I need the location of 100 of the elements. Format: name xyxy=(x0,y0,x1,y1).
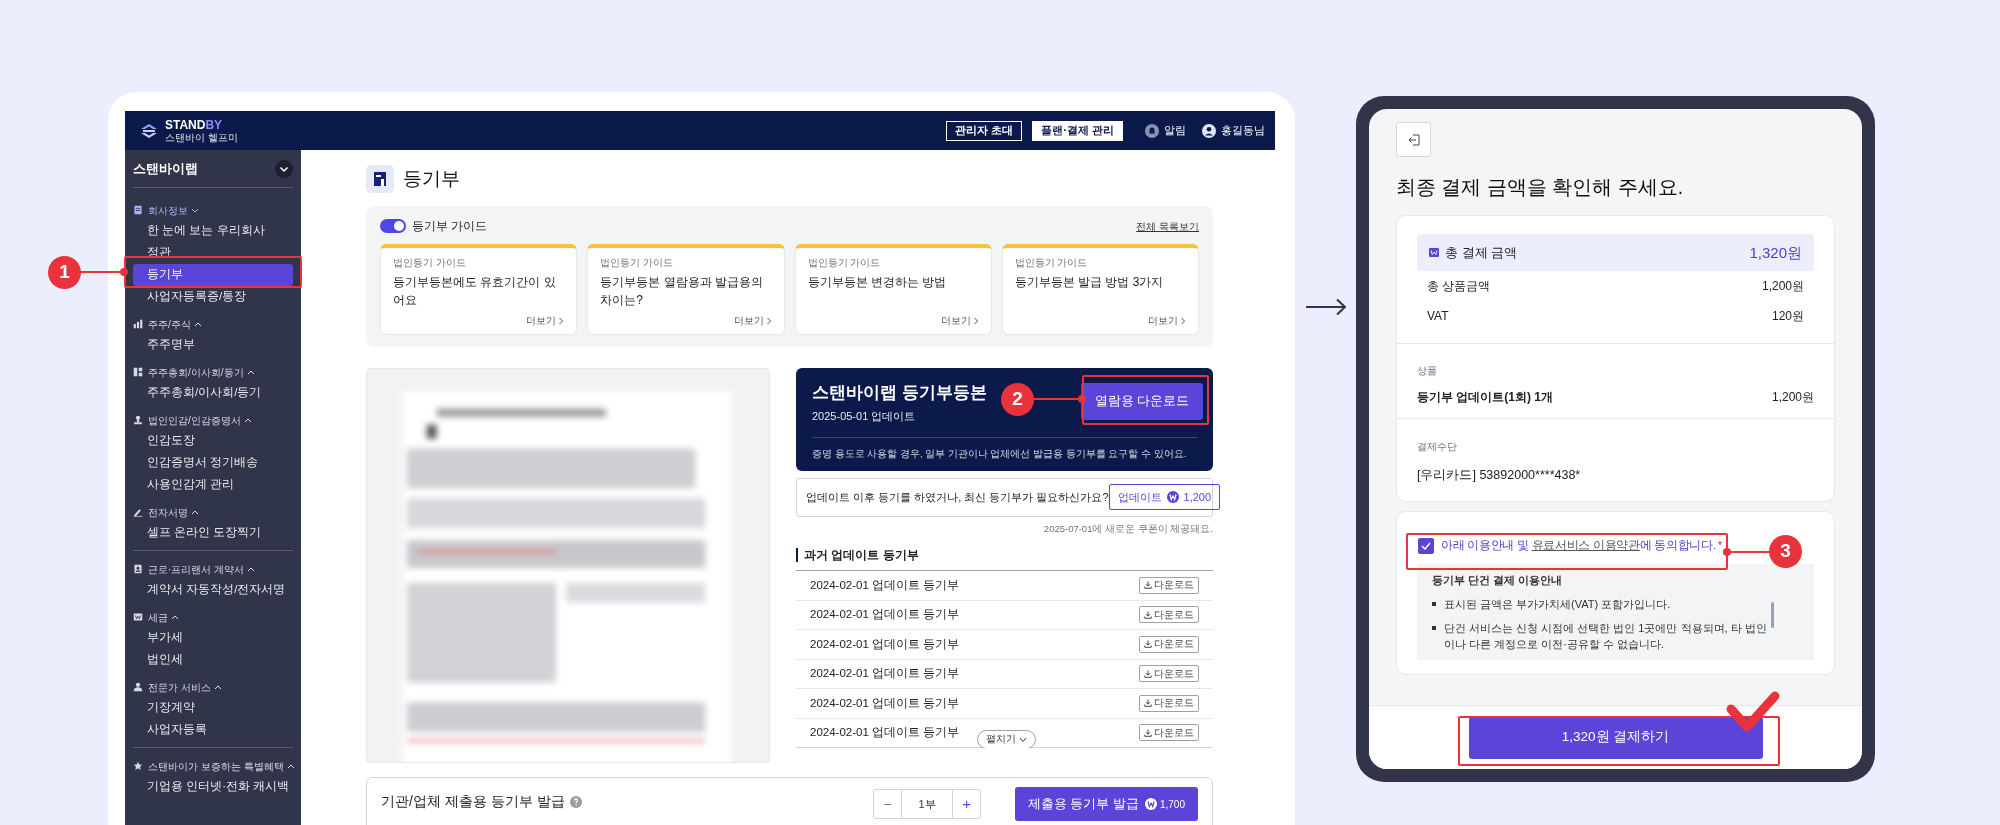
chevron-right-icon xyxy=(972,316,979,325)
grid-icon xyxy=(133,367,143,377)
minus-button[interactable]: − xyxy=(874,790,902,818)
group-header[interactable]: 세금 xyxy=(148,609,179,625)
group-header[interactable]: 스탠바이가 보증하는 특별혜택 xyxy=(148,758,295,774)
company-name: 스탠바이랩 xyxy=(133,159,198,178)
more-link[interactable]: 더보기 xyxy=(1148,313,1186,328)
line-value: 1,200원 xyxy=(1761,278,1804,296)
download-icon xyxy=(1144,581,1152,590)
guide-card[interactable]: 법인등기 가이드 등기부등본 변경하는 방법 더보기 xyxy=(794,244,992,335)
sidebar-item[interactable]: 기장계약 xyxy=(133,697,293,719)
guide-card[interactable]: 법인등기 가이드 등기부등본에도 유효기간이 있어요 더보기 xyxy=(380,244,578,335)
row-label: 2024-02-01 업데이트 등기부 xyxy=(810,577,960,593)
download-icon xyxy=(1144,728,1152,737)
group-header[interactable]: 주주/주식 xyxy=(148,316,202,332)
step-badge: 1 xyxy=(48,256,81,289)
group-header[interactable]: 주주총회/이사회/등기 xyxy=(148,364,255,380)
user-name[interactable]: 홍길동님 xyxy=(1221,122,1265,139)
guide-card[interactable]: 법인등기 가이드 등기부등본 발급 방법 3가지 더보기 xyxy=(1001,244,1199,335)
row-label: 2024-02-01 업데이트 등기부 xyxy=(810,695,960,711)
chevron-right-icon xyxy=(765,316,772,325)
group-header[interactable]: 전문가 서비스 xyxy=(148,679,222,695)
header-button[interactable]: 플랜·결제 관리 xyxy=(1032,120,1123,141)
sidebar-item[interactable]: 부가세 xyxy=(133,627,293,649)
help-icon xyxy=(569,795,582,808)
expand-button[interactable]: 펼치기 xyxy=(977,730,1036,748)
row-label: 2024-02-01 업데이트 등기부 xyxy=(810,607,960,623)
sidebar-item[interactable]: 주주명부 xyxy=(133,334,293,356)
toggle-switch[interactable] xyxy=(380,219,406,233)
section-heading: 과거 업데이트 등기부 xyxy=(796,548,1213,562)
card-title: 등기부등본에도 유효기간이 있어요 xyxy=(393,274,557,310)
stamp-icon xyxy=(133,415,143,425)
avatar-icon[interactable] xyxy=(1202,123,1216,138)
download-button[interactable]: 열람용 다운로드 xyxy=(1080,383,1203,420)
view-all-link[interactable]: 전체 목록보기 xyxy=(1136,218,1199,234)
group-header[interactable]: 법인인감/인감증명서 xyxy=(148,412,252,428)
sidebar-item[interactable]: 법인세 xyxy=(133,649,293,671)
sidebar-item[interactable]: 한 눈에 보는 우리회사 xyxy=(133,220,293,242)
pay-button[interactable]: 1,320원 결제하기 xyxy=(1468,716,1763,759)
bell-icon[interactable] xyxy=(1145,123,1159,138)
notification-label[interactable]: 알림 xyxy=(1164,122,1186,139)
terms-link[interactable]: 유료서비스 이용약관 xyxy=(1531,538,1640,551)
row-download-button[interactable]: 다운로드 xyxy=(1139,635,1199,653)
row-label: 2024-02-01 업데이트 등기부 xyxy=(810,666,960,682)
chevron-right-icon xyxy=(558,316,565,325)
bullet-icon xyxy=(1432,602,1436,606)
sidebar-item[interactable]: 기업용 인터넷·전화 캐시백 xyxy=(133,776,293,798)
sidebar-item[interactable]: 등기부 xyxy=(133,264,293,286)
line-label: VAT xyxy=(1427,308,1449,326)
issue-title: 기관/업체 제출용 등기부 발급 xyxy=(381,792,565,811)
row-download-button[interactable]: 다운로드 xyxy=(1139,724,1199,742)
sidebar-item[interactable]: 인감증명서 정기배송 xyxy=(133,452,293,474)
plus-button[interactable]: + xyxy=(952,790,980,818)
sidebar-item[interactable]: 사용인감계 관리 xyxy=(133,474,293,496)
total-amount: 1,320원 xyxy=(1749,242,1802,263)
bullet-icon xyxy=(1432,626,1436,630)
guide-card[interactable]: 법인등기 가이드 등기부등본 열람용과 발급용의 차이는? 더보기 xyxy=(587,244,785,335)
back-button[interactable] xyxy=(1396,122,1431,157)
sidebar-item[interactable]: 사업자등록증/통장 xyxy=(133,286,293,308)
quantity-stepper[interactable]: − 1부 + xyxy=(873,789,981,819)
row-download-button[interactable]: 다운로드 xyxy=(1139,606,1199,624)
exit-icon xyxy=(1407,133,1420,146)
won-icon xyxy=(133,612,143,622)
pen-icon xyxy=(133,507,143,517)
document-note: 증명 용도로 사용할 경우, 일부 기관이나 업체에선 발급용 등기부를 요구할 수 있어요. xyxy=(812,436,1197,461)
update-question: 업데이트 이후 등기를 하였거나, 최신 등기부가 필요하신가요? xyxy=(806,490,1109,505)
download-icon xyxy=(1144,610,1152,619)
update-button[interactable]: 업데이트 1,200 xyxy=(1108,484,1221,511)
chevron-down-icon[interactable] xyxy=(275,159,293,178)
sidebar-item[interactable]: 셀프 온라인 도장찍기 xyxy=(133,522,293,544)
bar-chart-icon xyxy=(133,319,143,329)
leader-line xyxy=(1723,548,1769,556)
row-download-button[interactable]: 다운로드 xyxy=(1139,694,1199,712)
card-title: 등기부등본 발급 방법 3가지 xyxy=(1014,274,1165,292)
sidebar-item[interactable]: 사업자등록 xyxy=(133,719,293,741)
issue-button[interactable]: 제출용 등기부 발급 1,700 xyxy=(1015,787,1198,821)
checkout-title: 최종 결제 금액을 확인해 주세요. xyxy=(1396,175,1685,200)
row-download-button[interactable]: 다운로드 xyxy=(1139,665,1199,683)
header-button[interactable]: 관리자 초대 xyxy=(946,120,1023,141)
document-title: 스탠바이랩 등기부등본 xyxy=(812,382,987,404)
more-link[interactable]: 더보기 xyxy=(733,313,772,328)
row-label: 2024-02-01 업데이트 등기부 xyxy=(810,636,960,652)
more-link[interactable]: 더보기 xyxy=(940,313,979,328)
leader-line xyxy=(80,268,128,276)
checkbox[interactable] xyxy=(1418,537,1434,554)
sidebar-item[interactable]: 계약서 자동작성/전자서명 xyxy=(133,579,293,601)
group-header[interactable]: 회사정보 xyxy=(148,202,199,218)
section-label: 결제수단 xyxy=(1417,439,1458,454)
update-date: 2025-05-01 업데이트 xyxy=(812,409,917,424)
guide-label: 등기부 가이드 xyxy=(412,218,488,235)
id-card-icon xyxy=(133,564,143,574)
group-header[interactable]: 전자서명 xyxy=(148,504,199,520)
payment-method: [우리카드] 53892000****438* xyxy=(1417,466,1582,484)
row-download-button[interactable]: 다운로드 xyxy=(1139,576,1199,594)
group-header[interactable]: 근로·프리랜서 계약서 xyxy=(148,561,256,577)
chevron-right-icon xyxy=(1180,316,1186,325)
page-title: 등기부 xyxy=(403,166,460,191)
sidebar-item[interactable]: 인감도장 xyxy=(133,430,293,452)
sidebar-item[interactable]: 주주총회/이사회/등기 xyxy=(133,382,293,404)
more-link[interactable]: 더보기 xyxy=(526,313,565,328)
